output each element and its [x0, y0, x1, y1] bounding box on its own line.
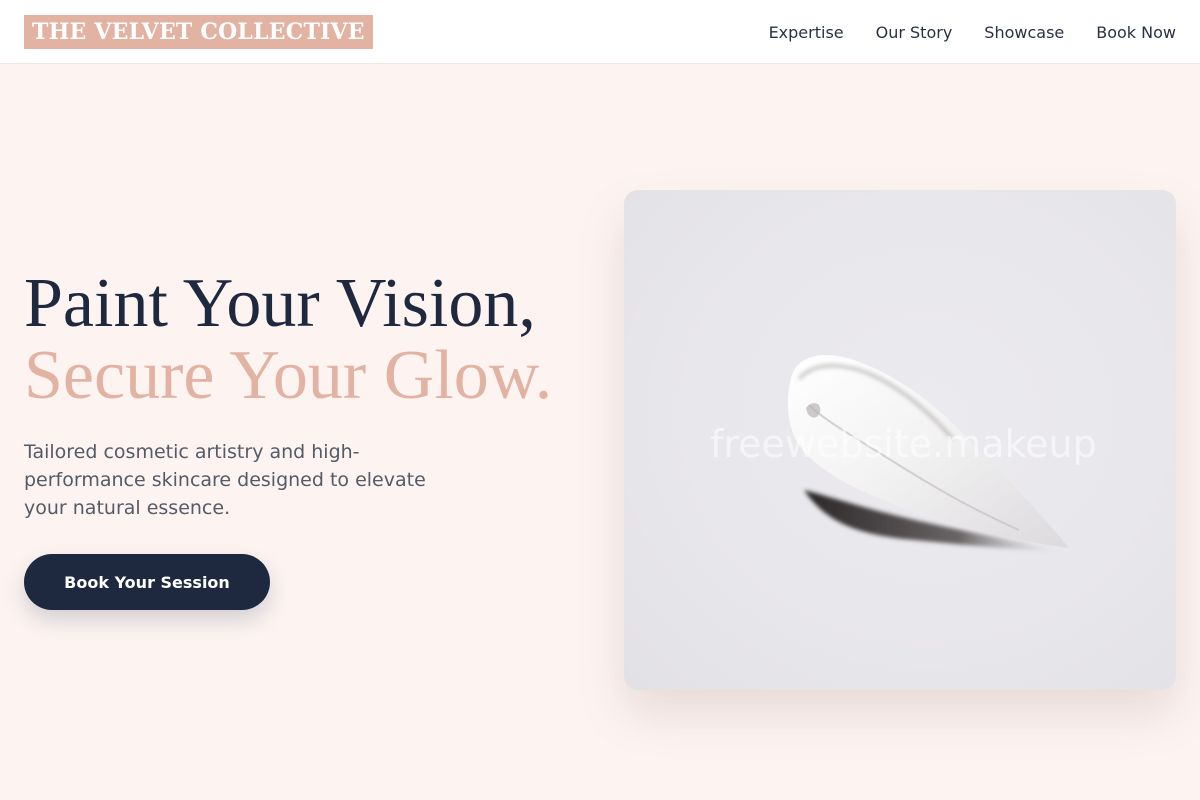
nav-link-our-story[interactable]: Our Story	[876, 23, 953, 42]
hero-headline: Paint Your Vision, Secure Your Glow.	[24, 268, 552, 412]
book-session-button[interactable]: Book Your Session	[24, 554, 270, 610]
brand-logo[interactable]: THE VELVET COLLECTIVE	[24, 15, 373, 49]
hero-image-cream-swatch: freewebsite.makeup	[624, 190, 1176, 690]
hero-headline-line-1: Paint Your Vision,	[24, 265, 536, 342]
nav-link-expertise[interactable]: Expertise	[769, 23, 844, 42]
main-nav: Expertise Our Story Showcase Book Now	[769, 0, 1176, 64]
hero-headline-line-2: Secure Your Glow.	[24, 337, 553, 414]
nav-link-book-now[interactable]: Book Now	[1096, 23, 1176, 42]
image-watermark: freewebsite.makeup	[710, 422, 1097, 466]
hero-subtitle: Tailored cosmetic artistry and high-perf…	[24, 441, 426, 519]
site-header: THE VELVET COLLECTIVE Expertise Our Stor…	[0, 0, 1200, 64]
nav-link-showcase[interactable]: Showcase	[984, 23, 1064, 42]
